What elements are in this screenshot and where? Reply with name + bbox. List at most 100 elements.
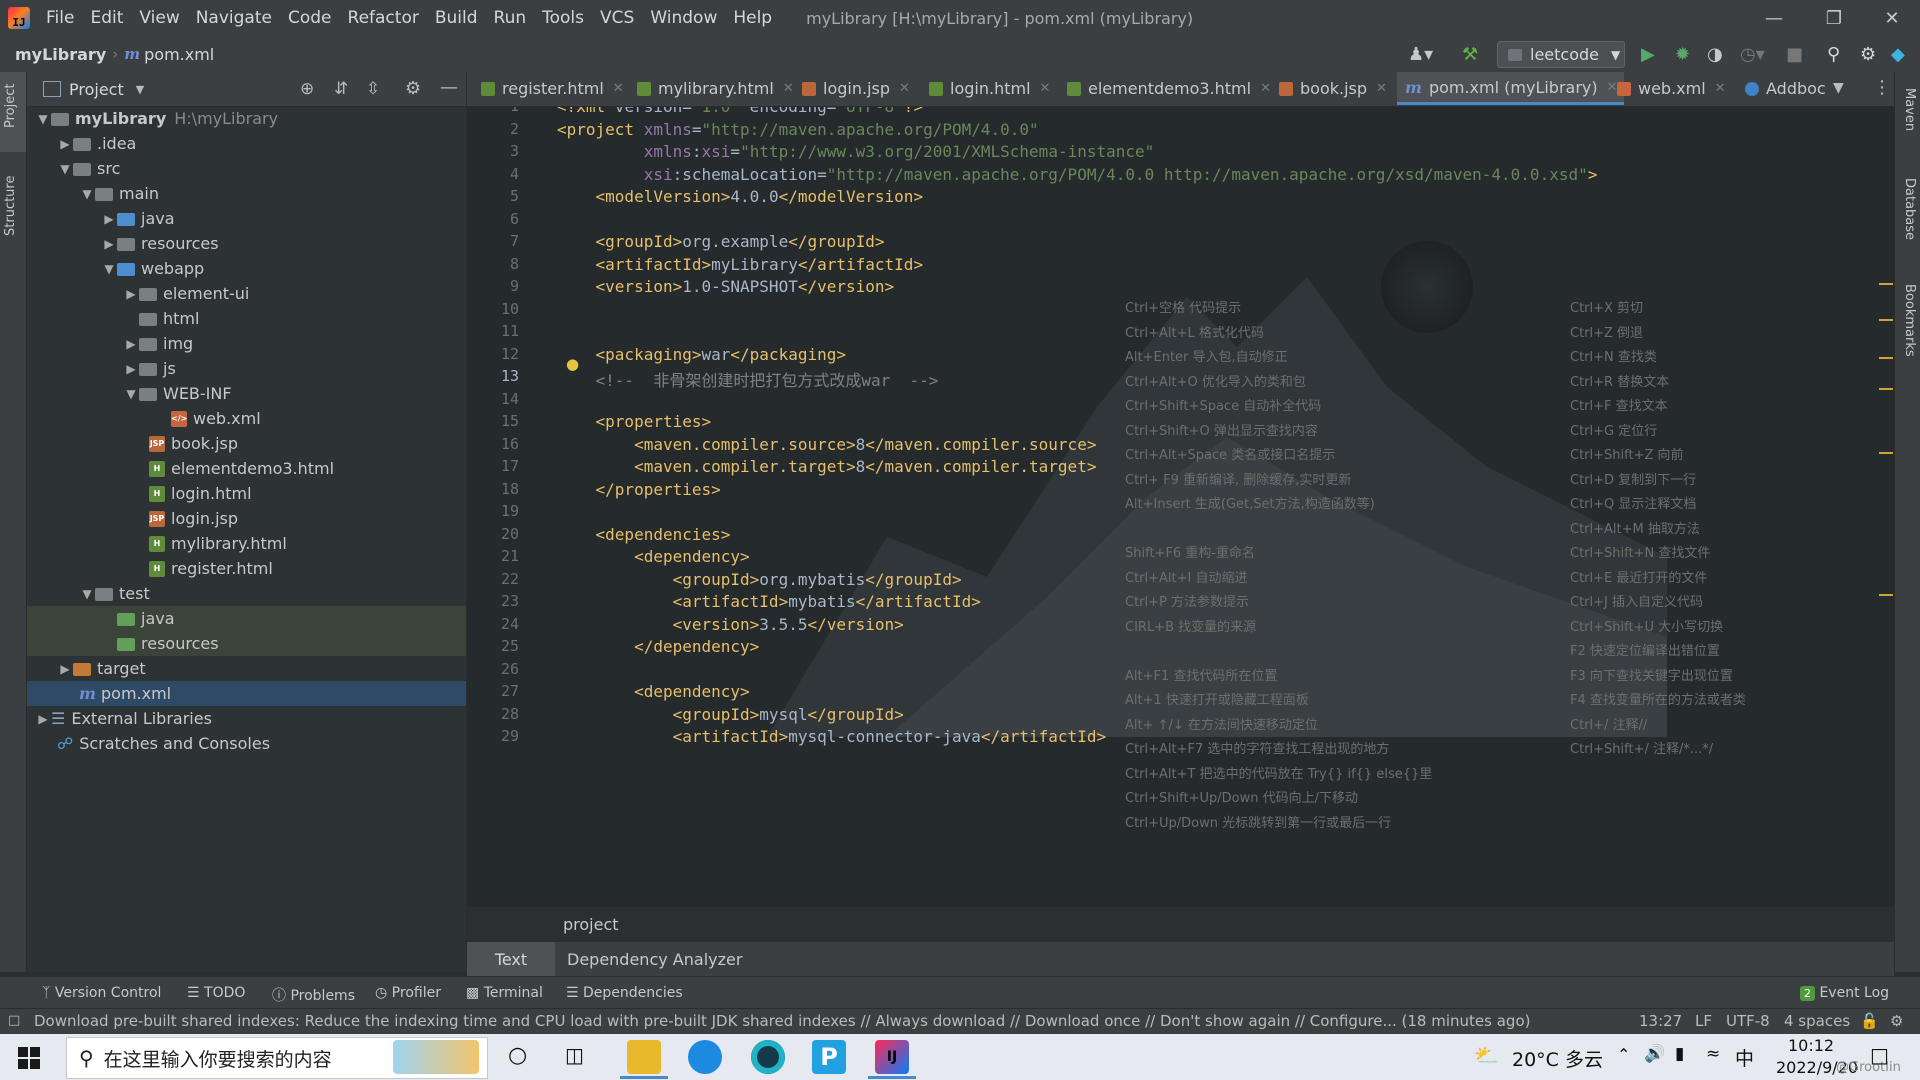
weather-text[interactable]: 20°C 多云 — [1512, 1045, 1603, 1072]
chevron-down-icon[interactable]: ▼ — [35, 112, 51, 126]
tree-item-web-inf[interactable]: ▼ WEB-INF — [27, 381, 466, 406]
warning-count[interactable]: 7 — [1825, 107, 1835, 111]
tab-login-jsp[interactable]: login.jsp ✕ — [802, 72, 910, 105]
close-icon[interactable]: ✕ — [1864, 0, 1920, 36]
search-icon[interactable]: ⚲ — [1827, 44, 1840, 65]
code-line[interactable]: </dependency> — [557, 637, 759, 656]
tree-item-scratches[interactable]: ☍ Scratches and Consoles — [27, 731, 466, 756]
line-separator[interactable]: LF — [1695, 1012, 1712, 1030]
warning-icon[interactable]: ⚠ — [1807, 107, 1820, 111]
chevron-down-icon[interactable]: ▼ — [79, 587, 95, 601]
project-panel-title[interactable]: Project — [69, 80, 124, 99]
code-line[interactable]: <groupId>org.mybatis</groupId> — [557, 570, 962, 589]
tab-elementdemo3-html[interactable]: elementdemo3.html ✕ — [1067, 72, 1271, 105]
code-line[interactable]: xmlns:xsi="http://www.w3.org/2001/XMLSch… — [557, 142, 1155, 161]
menu-help[interactable]: Help — [725, 8, 780, 28]
taskbar-search-box[interactable]: ⚲ 在这里输入你要搜索的内容 — [66, 1037, 488, 1079]
profile-icon[interactable]: ◷▾ — [1740, 44, 1765, 65]
tree-item-login-jsp[interactable]: JSP login.jsp — [27, 506, 466, 531]
database-tool-tab[interactable]: Database — [1895, 172, 1920, 262]
tree-item-html[interactable]: html — [27, 306, 466, 331]
code-line[interactable]: <dependencies> — [557, 525, 731, 544]
input-method-indicator[interactable]: 中 — [1735, 1044, 1754, 1071]
code-line[interactable]: <groupId>mysql</groupId> — [557, 705, 904, 724]
scroll-marker[interactable] — [1879, 388, 1893, 390]
structure-tool-tab[interactable]: Structure — [0, 166, 26, 266]
line-number[interactable]: 18 — [467, 480, 519, 498]
code-line[interactable]: <properties> — [557, 412, 712, 431]
cortana-icon[interactable]: ○ — [508, 1043, 527, 1068]
menu-tools[interactable]: Tools — [534, 8, 592, 28]
line-number[interactable]: 20 — [467, 525, 519, 543]
line-number[interactable]: 19 — [467, 502, 519, 520]
tree-item-target[interactable]: ▶ target — [27, 656, 466, 681]
chevron-right-icon[interactable]: ▶ — [57, 137, 73, 151]
close-icon[interactable]: ✕ — [899, 81, 910, 96]
windows-start-icon[interactable] — [18, 1047, 40, 1069]
event-log-tab[interactable]: 2 Event Log — [1800, 985, 1889, 1001]
tab-book-jsp[interactable]: book.jsp ✕ — [1279, 72, 1387, 105]
close-icon[interactable]: ✕ — [613, 81, 624, 96]
code-line[interactable]: <dependency> — [557, 682, 750, 701]
tree-item-test-resources[interactable]: resources — [27, 631, 466, 656]
todo-tab[interactable]: ☰ TODO — [187, 985, 245, 1001]
intellij-idea-taskbar-icon[interactable]: IJ — [875, 1040, 909, 1074]
breadcrumb-project[interactable]: myLibrary — [15, 45, 106, 64]
menu-navigate[interactable]: Navigate — [188, 8, 280, 28]
code-line[interactable]: <version>1.0-SNAPSHOT</version> — [557, 277, 895, 296]
code-line[interactable]: <maven.compiler.target>8</maven.compiler… — [557, 457, 1096, 476]
chevron-right-icon[interactable]: ▶ — [123, 337, 139, 351]
coverage-icon[interactable]: ◑ — [1707, 44, 1723, 65]
task-view-icon[interactable]: ◫ — [565, 1043, 584, 1067]
menu-file[interactable]: File — [38, 8, 82, 28]
code-line[interactable]: <!-- 非骨架创建时把打包方式改成war --> — [557, 367, 939, 391]
hide-panel-icon[interactable]: — — [440, 77, 458, 98]
code-line[interactable]: <dependency> — [557, 547, 750, 566]
profiler-tab[interactable]: ◷ Profiler — [375, 985, 441, 1001]
dependencies-tab[interactable]: ☰ Dependencies — [566, 985, 683, 1001]
wifi-icon[interactable]: ≈ — [1706, 1044, 1720, 1064]
code-editor[interactable]: 1234567891011121314151617181920212223242… — [467, 107, 1894, 907]
menu-vcs[interactable]: VCS — [592, 8, 642, 28]
terminal-tab[interactable]: ▩ Terminal — [466, 985, 543, 1001]
line-number[interactable]: 28 — [467, 705, 519, 723]
file-encoding[interactable]: UTF-8 — [1726, 1012, 1770, 1030]
tab-mylibrary-html[interactable]: mylibrary.html ✕ — [637, 72, 794, 105]
run-icon[interactable]: ▶ — [1641, 44, 1655, 65]
notification-icon[interactable]: □ — [1870, 1043, 1889, 1067]
line-number[interactable]: 9 — [467, 277, 519, 295]
close-icon[interactable]: ✕ — [1376, 81, 1387, 96]
pycharm-icon[interactable]: P — [812, 1040, 846, 1074]
line-number[interactable]: 24 — [467, 615, 519, 633]
intention-bulb-icon[interactable]: ● — [566, 355, 579, 373]
menu-code[interactable]: Code — [280, 8, 340, 28]
tree-item-element-ui[interactable]: ▶ element-ui — [27, 281, 466, 306]
tray-chevron-up-icon[interactable]: ⌃ — [1617, 1045, 1630, 1064]
scroll-marker[interactable] — [1879, 452, 1893, 454]
line-number[interactable]: 12 — [467, 345, 519, 363]
line-number[interactable]: 7 — [467, 232, 519, 250]
line-number[interactable]: 15 — [467, 412, 519, 430]
code-line[interactable]: <maven.compiler.source>8</maven.compiler… — [557, 435, 1096, 454]
tree-item-pom-xml[interactable]: m pom.xml — [27, 681, 466, 706]
line-number[interactable]: 29 — [467, 727, 519, 745]
panel-options-gear-icon[interactable]: ⚙ — [405, 78, 421, 99]
line-number[interactable]: 26 — [467, 660, 519, 678]
line-number[interactable]: 1 — [467, 107, 519, 115]
expand-all-icon[interactable]: ⇵ — [334, 79, 348, 99]
jetbrains-toolbox-icon[interactable]: ◆ — [1891, 44, 1905, 65]
scroll-marker[interactable] — [1879, 319, 1893, 321]
tab-dependency-analyzer[interactable]: Dependency Analyzer — [559, 942, 750, 976]
tree-item-register-html[interactable]: Hregister.html — [27, 556, 466, 581]
tree-item-main[interactable]: ▼ main — [27, 181, 466, 206]
problems-tab[interactable]: ⓘ Problems — [272, 985, 355, 1005]
menu-run[interactable]: Run — [486, 8, 535, 28]
scroll-marker[interactable] — [1879, 283, 1893, 285]
locate-icon[interactable]: ⊕ — [300, 79, 314, 99]
collapse-all-icon[interactable]: ⇳ — [366, 79, 380, 99]
line-number[interactable]: 23 — [467, 592, 519, 610]
tab-list-chevron-down-icon[interactable]: ▼ — [1833, 80, 1844, 96]
tree-item-login-html[interactable]: Hlogin.html — [27, 481, 466, 506]
tree-item-resources[interactable]: ▶ resources — [27, 231, 466, 256]
chevron-down-icon[interactable]: ▼ — [57, 162, 73, 176]
